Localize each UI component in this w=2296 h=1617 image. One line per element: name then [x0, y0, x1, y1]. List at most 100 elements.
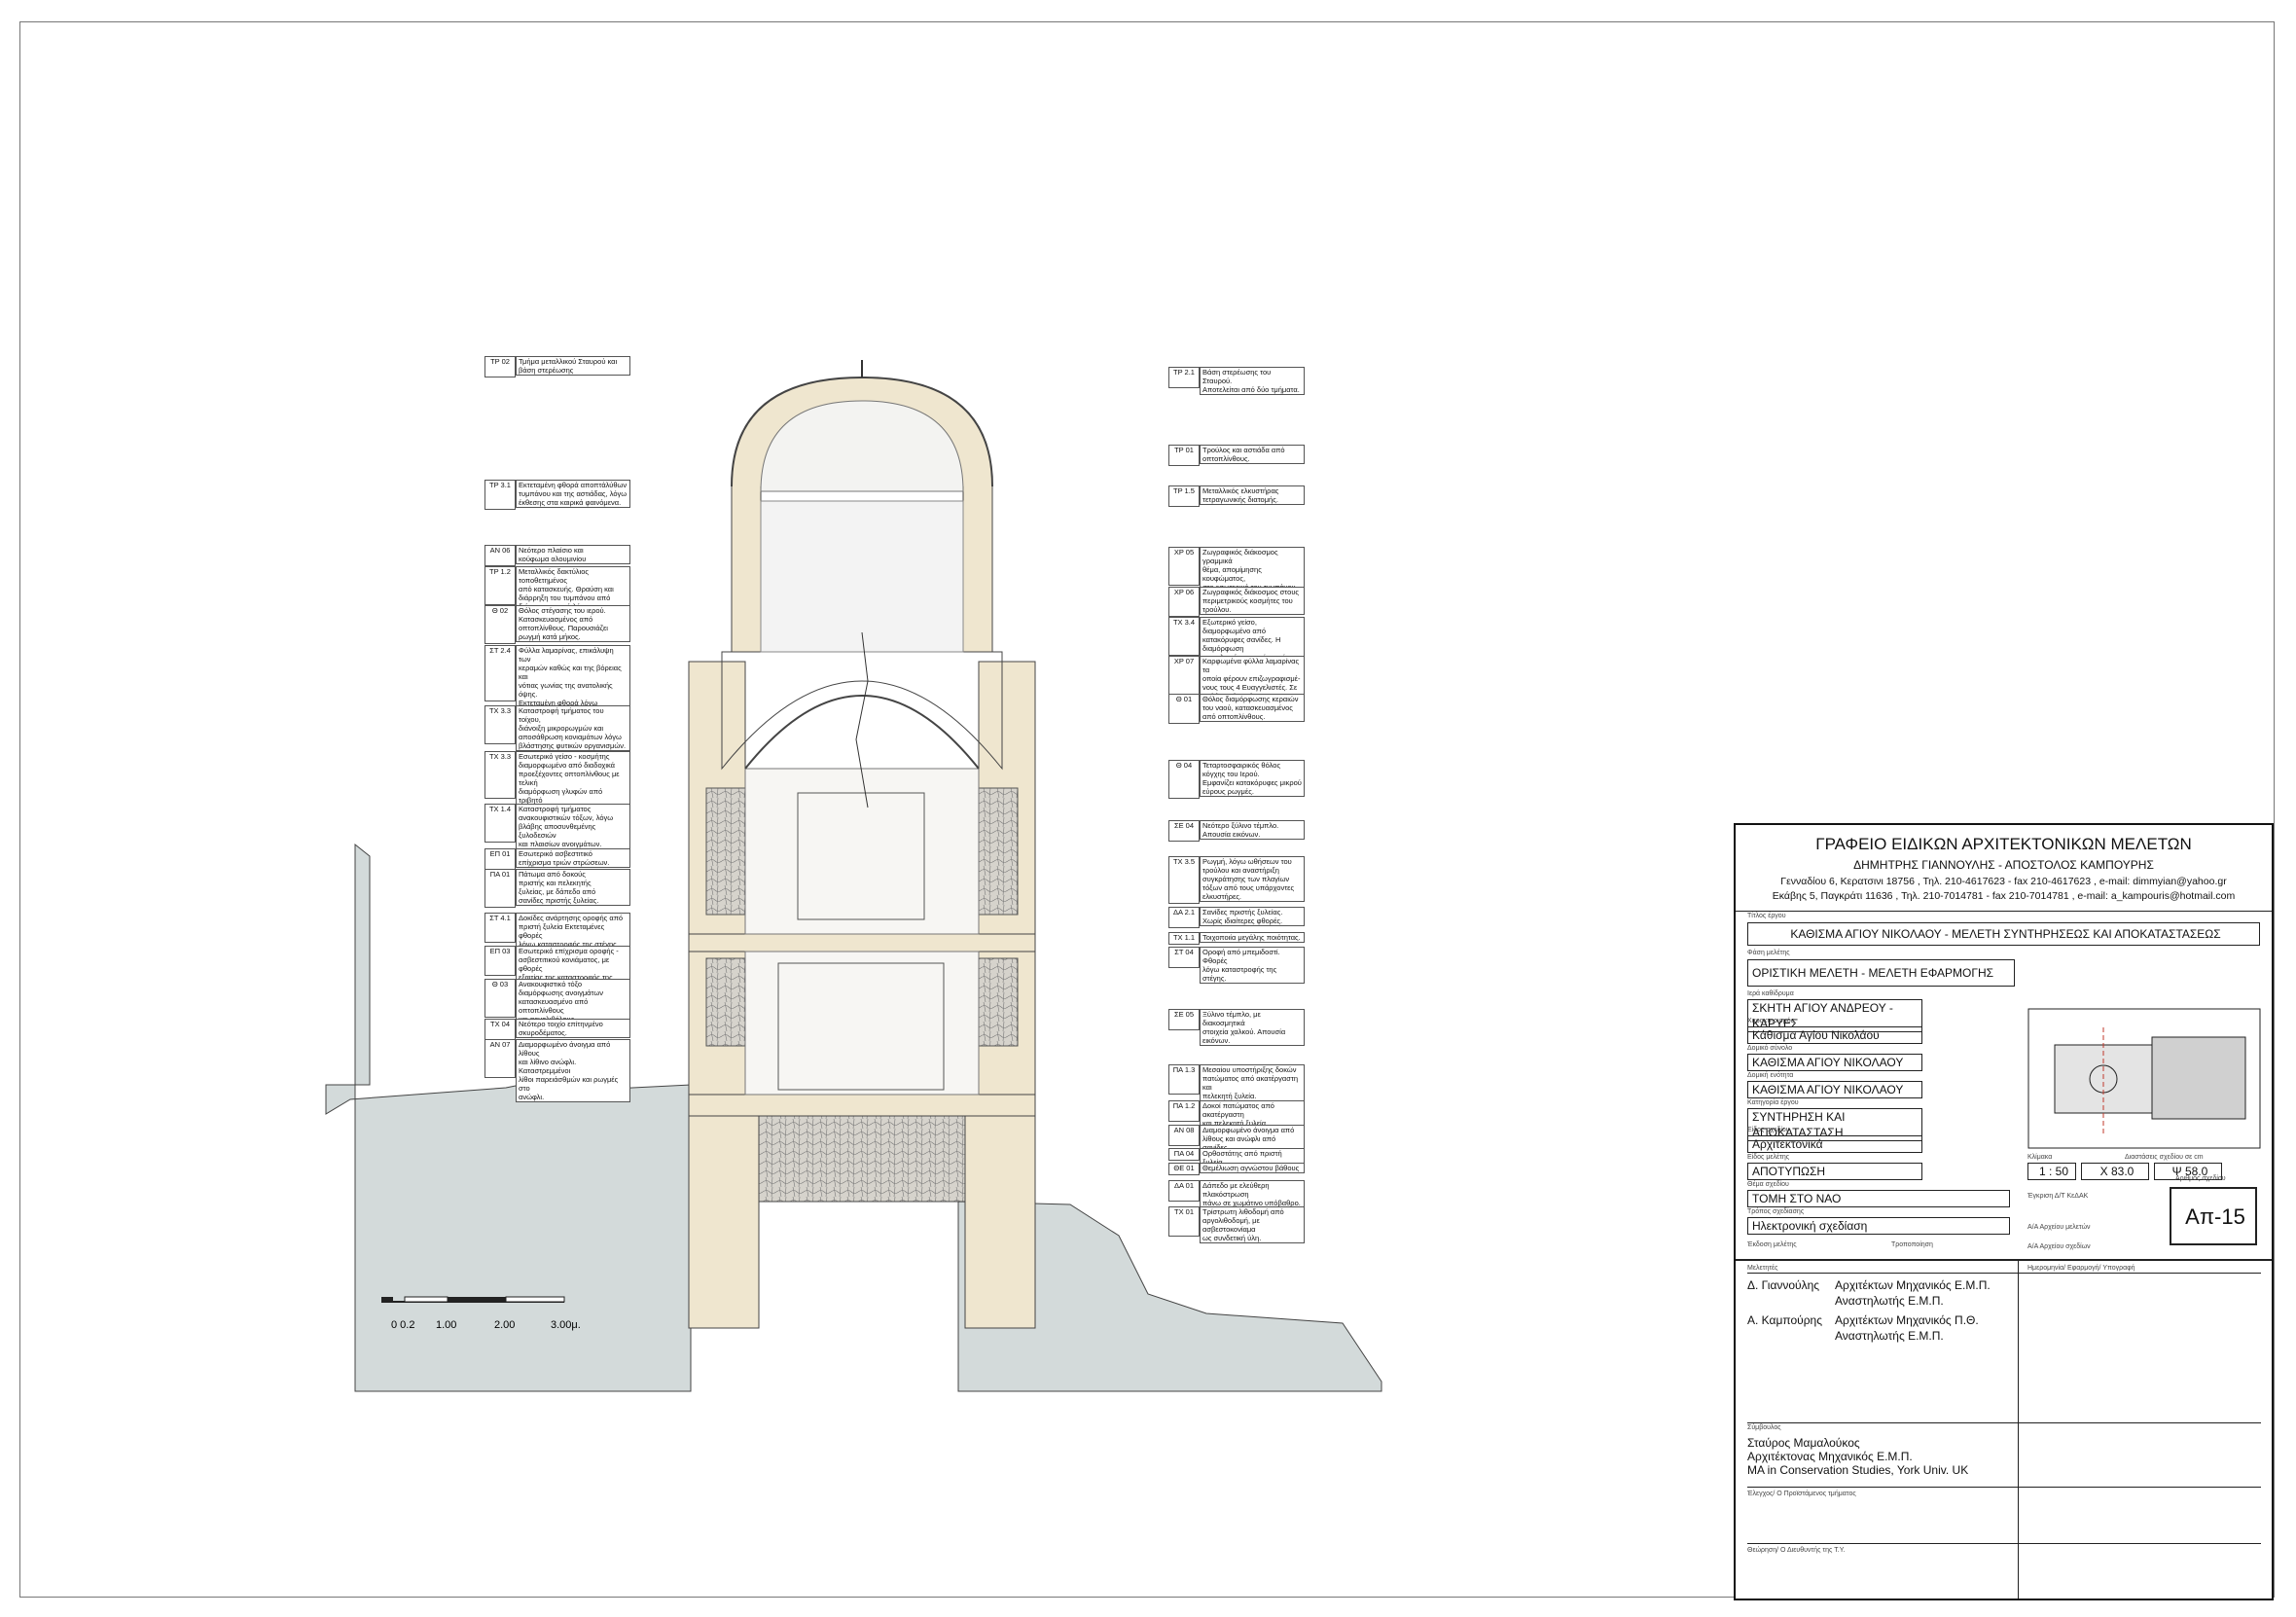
- note-right-17: ΑΝ 08 Διαμορφωμένο άνοιγμα από λίθους και…: [1168, 1125, 1305, 1153]
- note-text: Πάτωμα από δοκούς πριστής και πελεκητής …: [516, 869, 630, 906]
- collab-line-2: Αρχιτέκτονας Μηχανικός Ε.Μ.Π.: [1747, 1450, 1913, 1463]
- method-label: Τρόπος σχεδίασης: [1747, 1208, 1805, 1215]
- note-text: Τεταρτοσφαιρικός θόλος κόγχης του Ιερού.…: [1200, 760, 1305, 797]
- note-code: ΤΡ 3.1: [484, 480, 516, 510]
- building-label: Δομική ενότητα: [1747, 1072, 1794, 1079]
- note-right-13: ΣΤ 04 Οροφή από μπεμιδοστί. Φθορές λόγω κ…: [1168, 947, 1305, 984]
- note-code: ΣΕ 05: [1168, 1009, 1200, 1030]
- note-code: ΧΡ 05: [1168, 547, 1200, 586]
- note-text: Ξύλινο τέμπλο, με διακοσμητικά στοιχεία …: [1200, 1009, 1305, 1046]
- note-code: ΤΡ 2.1: [1168, 367, 1200, 388]
- note-left-4: Θ 02 Θόλος στέγασης του ιερού. Κατασκευασ…: [484, 605, 630, 644]
- drawing-sheet: 0 0.2 1.00 2.00 3.00μ. ΤΡ 02 Τμήμα μεταλλ…: [0, 0, 2296, 1617]
- wall-left-inner: [705, 787, 746, 916]
- subject-label: Θέμα σχεδίου: [1747, 1181, 1789, 1188]
- note-right-10: ΤΧ 3.5 Ρωγμή, λόγω ωθήσεων του τρούλου κα…: [1168, 856, 1305, 904]
- note-left-13: Θ 03 Ανακουφιστικό τόξο διαμόρφωσης ανοιγ…: [484, 979, 630, 1024]
- monastery-label: Ιερά καθίδρυμα: [1747, 990, 1794, 997]
- designer-1-role-1: Αρχιτέκτων Μηχανικός Ε.Μ.Π.: [1835, 1278, 1991, 1292]
- note-right-11: ΔΑ 2.1 Σανίδες πριστής ξυλείας. Χωρίς ιδι…: [1168, 907, 1305, 928]
- note-code: ΤΡ 02: [484, 356, 516, 377]
- note-code: ΤΧ 3.4: [1168, 617, 1200, 656]
- note-right-12: ΤΧ 1.1 Τοιχοποιία μεγάλης ποιότητας.: [1168, 932, 1305, 945]
- edit-label: Έκδοση μελέτης: [1747, 1241, 1797, 1248]
- note-code: Θ 01: [1168, 694, 1200, 724]
- note-text: Ρωγμή, λόγω ωθήσεων του τρούλου και ανασ…: [1200, 856, 1305, 902]
- phase-label: Φάση μελέτης: [1747, 950, 1790, 956]
- note-code: ΑΝ 08: [1168, 1125, 1200, 1146]
- note-left-15: ΑΝ 07 Διαμορφωμένο άνοιγμα από λίθους και…: [484, 1039, 630, 1102]
- note-right-20: ΔΑ 01 Δάπεδο με ελεύθερη πλακόστρωση πάνω…: [1168, 1180, 1305, 1208]
- note-right-16: ΠΑ 1.2 Δοκοί πατώματος από ακατέργαστη κα…: [1168, 1100, 1305, 1129]
- dims-label: Διαστάσεις σχεδίου σε cm: [2125, 1154, 2204, 1161]
- category-label: Κατηγορία έργου: [1747, 1099, 1799, 1106]
- note-text: Καταστροφή τμήματος του τοίχου, διάνοιξη…: [516, 705, 630, 751]
- note-left-9: ΕΠ 01 Εσωτερικό ασβεστιτικό επίχρισμα τρι…: [484, 848, 630, 870]
- wall-left-low: [705, 957, 746, 1047]
- note-text: Τρούλος και αστιάδα από οπτοπλίνθους.: [1200, 445, 1305, 464]
- note-left-7: ΤΧ 3.3 Εσωτερικό γείσο - κοσμήτης διαμορφ…: [484, 751, 630, 814]
- note-right-7: Θ 01 Θόλος διαμόρφωσης κεραιών του ναού, …: [1168, 694, 1305, 724]
- note-code: ΣΕ 04: [1168, 820, 1200, 842]
- note-right-21: ΤΧ 01 Τρίστρωτη λιθοδομή από αργολιθοδομή…: [1168, 1206, 1305, 1243]
- office-names: ΔΗΜΗΤΡΗΣ ΓΙΑΝΝΟΥΛΗΣ - ΑΠΟΣΤΟΛΟΣ ΚΑΜΠΟΥΡΗ…: [1853, 858, 2154, 872]
- note-code: ΤΧ 04: [484, 1019, 516, 1040]
- note-right-4: ΧΡ 06 Ζωγραφικός διάκοσμος στους περιμετρ…: [1168, 587, 1305, 617]
- note-right-5: ΤΧ 3.4 Εξωτερικό γείσο, διαμορφωμένο από …: [1168, 617, 1305, 680]
- note-code: ΧΡ 07: [1168, 656, 1200, 695]
- office-title: ΓΡΑΦΕΙΟ ΕΙΔΙΚΩΝ ΑΡΧΙΤΕΚΤΟΝΙΚΩΝ ΜΕΛΕΤΩΝ: [1815, 835, 2192, 853]
- designer-2-role-1: Αρχιτέκτων Μηχανικός Π.Θ.: [1835, 1313, 1979, 1327]
- vault: [744, 695, 980, 770]
- approve-label: Θεώρηση/ Ο Διευθυντής της Τ.Υ.: [1747, 1547, 1846, 1554]
- note-code: ΤΧ 3.5: [1168, 856, 1200, 904]
- note-text: Τοιχοποιία μεγάλης ποιότητας.: [1200, 932, 1305, 943]
- note-code: ΤΧ 3.3: [484, 705, 516, 744]
- note-code: ΤΡ 1.5: [1168, 485, 1200, 507]
- pier-right: [964, 1094, 1036, 1329]
- scale-t1: 1.00: [436, 1319, 456, 1331]
- tech-label: Έγκριση Δ/Τ ΚεΔΑΚ: [2027, 1193, 2089, 1200]
- note-text: Τρίστρωτη λιθοδομή από αργολιθοδομή, με …: [1200, 1206, 1305, 1243]
- wall-right-inner: [978, 787, 1019, 916]
- note-code: ΠΑ 04: [1168, 1148, 1200, 1161]
- scale-t0: 0 0.2: [391, 1319, 414, 1331]
- wall-right-low: [978, 957, 1019, 1047]
- note-code: ΣΤ 2.4: [484, 645, 516, 701]
- note-left-11: ΣΤ 4.1 Δοκίδες ανάρτησης οροφής από πριστ…: [484, 913, 630, 950]
- number-label: Αριθμός σχεδίου: [2175, 1175, 2226, 1182]
- scale-t2: 2.00: [494, 1319, 515, 1331]
- note-text: Καταστροφή τμήματος ανακουφιστικών τόξων…: [516, 804, 630, 849]
- note-code: ΤΧ 01: [1168, 1206, 1200, 1237]
- note-text: Τμήμα μεταλλικού Σταυρού και βάση στερέω…: [516, 356, 630, 376]
- note-code: ΑΝ 07: [484, 1039, 516, 1078]
- designers-label: Μελετητές: [1747, 1265, 1778, 1272]
- note-right-6: ΧΡ 07 Καρφωμένα φύλλα λαμαρίνας τα οποία …: [1168, 656, 1305, 701]
- collab-line-3: MA in Conservation Studies, York Univ. U…: [1747, 1463, 1969, 1477]
- note-text: Εκτεταμένη φθορά αποπτάλύθων τυμπάνου κα…: [516, 480, 630, 508]
- drum-left: [731, 474, 762, 653]
- note-text: Οροφή από μπεμιδοστί. Φθορές λόγω καταστ…: [1200, 947, 1305, 984]
- note-code: ΘΕ 01: [1168, 1163, 1200, 1175]
- note-right-19: ΘΕ 01 Θεμέλιωση αγνώστου βάθους: [1168, 1163, 1305, 1175]
- note-left-14: ΤΧ 04 Νεότερο τοιχίο επίτηνμένο σκυροδέμα…: [484, 1019, 630, 1040]
- note-text: Ζωγραφικός διάκοσμος στους περιμετρικούς…: [1200, 587, 1305, 615]
- floor-lower: [688, 1094, 1036, 1117]
- project-title: ΚΑΘΙΣΜΑ ΑΓΙΟΥ ΝΙΚΟΛΑΟΥ - ΜΕΛΕΤΗ ΣΥΝΤΗΡΗΣ…: [1747, 922, 2260, 946]
- note-code: ΤΧ 1.4: [484, 804, 516, 843]
- note-code: ΣΤ 04: [1168, 947, 1200, 968]
- note-left-6: ΤΧ 3.3 Καταστροφή τμήματος του τοίχου, δι…: [484, 705, 630, 751]
- dtype-value: Αρχιτεκτονικά: [1747, 1135, 1922, 1153]
- note-text: Νεότερο τοιχίο επίτηνμένο σκυροδέματος.: [516, 1019, 630, 1038]
- scale-label: Κλίμακα: [2027, 1154, 2053, 1161]
- note-text: Δοκίδες ανάρτησης οροφής από πριστή ξυλε…: [516, 913, 630, 950]
- floor-upper: [688, 933, 1036, 952]
- study-value: ΑΠΟΤΥΠΩΣΗ: [1747, 1163, 1922, 1180]
- aa1-label: Α/Α Αρχείου μελετών: [2027, 1224, 2091, 1231]
- drawing-number: Απ-15: [2170, 1187, 2257, 1245]
- subject-value: ΤΟΜΗ ΣΤΟ ΝΑΟ: [1747, 1190, 2010, 1207]
- aa2-label: Α/Α Αρχείου σχεδίων: [2027, 1243, 2091, 1250]
- note-code: ΕΠ 03: [484, 946, 516, 976]
- pier-left: [688, 1094, 760, 1329]
- note-code: ΤΧ 3.3: [484, 751, 516, 799]
- note-text: Δάπεδο με ελεύθερη πλακόστρωση πάνω σε χ…: [1200, 1180, 1305, 1208]
